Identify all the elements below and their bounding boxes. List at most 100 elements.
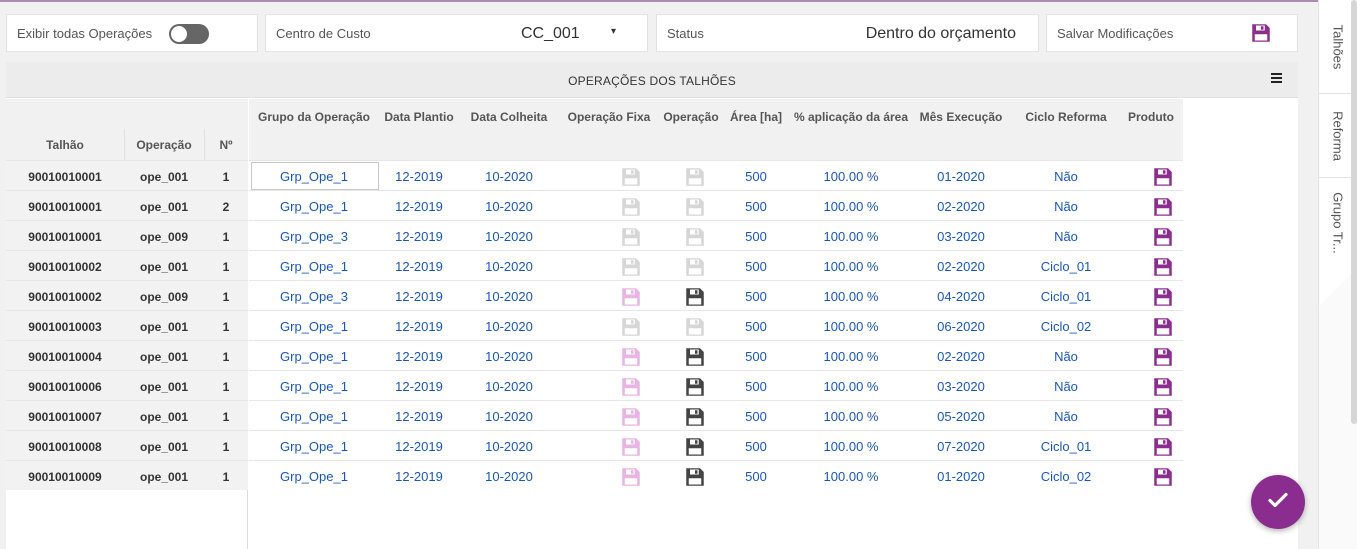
- cell-ciclo[interactable]: Não: [1011, 409, 1121, 424]
- header-fixa[interactable]: Operação Fixa: [559, 110, 659, 124]
- header-mes[interactable]: Mês Execução: [911, 110, 1011, 124]
- table-row[interactable]: 90010010004 ope_001 1: [6, 340, 248, 370]
- cell-area[interactable]: 500: [721, 319, 791, 334]
- product-floppy-icon[interactable]: [1153, 227, 1173, 250]
- table-row[interactable]: Grp_Ope_1 12-2019 10-2020 500 100.00 % 07-202…: [249, 430, 1183, 460]
- cell-ciclo[interactable]: Não: [1011, 229, 1121, 244]
- table-row[interactable]: Grp_Ope_1 12-2019 10-2020 500 100.00 % 05-202…: [249, 400, 1183, 430]
- cell-area[interactable]: 500: [721, 169, 791, 184]
- cell-grupo[interactable]: Grp_Ope_1: [249, 349, 379, 364]
- cell-grupo[interactable]: Grp_Ope_3: [249, 289, 379, 304]
- cell-mes[interactable]: 05-2020: [911, 409, 1011, 424]
- cell-mes[interactable]: 03-2020: [911, 229, 1011, 244]
- table-row[interactable]: 90010010003 ope_001 1: [6, 310, 248, 340]
- cell-grupo[interactable]: Grp_Ope_1: [249, 439, 379, 454]
- cell-grupo[interactable]: Grp_Ope_3: [249, 229, 379, 244]
- cell-aplicacao[interactable]: 100.00 %: [791, 469, 911, 484]
- cell-ciclo[interactable]: Não: [1011, 349, 1121, 364]
- operation-floppy-icon[interactable]: [685, 407, 705, 430]
- cell-mes[interactable]: 02-2020: [911, 349, 1011, 364]
- cell-grupo[interactable]: Grp_Ope_1: [249, 379, 379, 394]
- product-floppy-icon[interactable]: [1153, 197, 1173, 220]
- cell-mes[interactable]: 03-2020: [911, 379, 1011, 394]
- cell-mes[interactable]: 02-2020: [911, 199, 1011, 214]
- header-operacao-main[interactable]: Operação: [651, 110, 731, 124]
- table-row[interactable]: 90010010002 ope_001 1: [6, 250, 248, 280]
- cell-mes[interactable]: 01-2020: [911, 469, 1011, 484]
- cell-plantio[interactable]: 12-2019: [379, 319, 459, 334]
- cell-colheita[interactable]: 10-2020: [459, 289, 559, 304]
- cell-grupo[interactable]: Grp_Ope_1: [249, 469, 379, 484]
- cell-ciclo[interactable]: Não: [1011, 169, 1121, 184]
- cell-aplicacao[interactable]: 100.00 %: [791, 439, 911, 454]
- cell-area[interactable]: 500: [721, 439, 791, 454]
- cell-mes[interactable]: 06-2020: [911, 319, 1011, 334]
- header-area[interactable]: Área [ha]: [721, 110, 791, 124]
- operation-floppy-icon[interactable]: [685, 377, 705, 400]
- table-row[interactable]: Grp_Ope_1 12-2019 10-2020 500 100.00 % 03-202…: [249, 370, 1183, 400]
- cell-colheita[interactable]: 10-2020: [459, 259, 559, 274]
- header-plantio[interactable]: Data Plantio: [379, 110, 459, 124]
- operation-floppy-icon[interactable]: [685, 257, 705, 280]
- cell-plantio[interactable]: 12-2019: [379, 439, 459, 454]
- cell-mes[interactable]: 04-2020: [911, 289, 1011, 304]
- cell-plantio[interactable]: 12-2019: [379, 289, 459, 304]
- cell-area[interactable]: 500: [721, 379, 791, 394]
- fixed-operation-floppy-icon[interactable]: [621, 197, 641, 220]
- cell-grupo[interactable]: Grp_Ope_1: [249, 319, 379, 334]
- operation-floppy-icon[interactable]: [685, 347, 705, 370]
- table-row[interactable]: 90010010009 ope_001 1: [6, 460, 248, 490]
- cell-plantio[interactable]: 12-2019: [379, 349, 459, 364]
- cell-colheita[interactable]: 10-2020: [459, 349, 559, 364]
- product-floppy-icon[interactable]: [1153, 377, 1173, 400]
- header-talhao[interactable]: Talhão: [6, 138, 124, 152]
- table-row[interactable]: 90010010001 ope_009 1: [6, 220, 248, 250]
- cell-colheita[interactable]: 10-2020: [459, 409, 559, 424]
- table-row[interactable]: Grp_Ope_1 12-2019 10-2020 500 100.00 % 06-202…: [249, 310, 1183, 340]
- table-row[interactable]: Grp_Ope_1 12-2019 10-2020 500 100.00 % 01-202…: [249, 460, 1183, 490]
- cell-aplicacao[interactable]: 100.00 %: [791, 289, 911, 304]
- cell-aplicacao[interactable]: 100.00 %: [791, 319, 911, 334]
- cell-area[interactable]: 500: [721, 199, 791, 214]
- cell-mes[interactable]: 07-2020: [911, 439, 1011, 454]
- cell-aplicacao[interactable]: 100.00 %: [791, 409, 911, 424]
- cost-center-select[interactable]: Centro de Custo CC_001 ▾: [265, 14, 648, 52]
- cell-ciclo[interactable]: Não: [1011, 199, 1121, 214]
- cell-colheita[interactable]: 10-2020: [459, 169, 559, 184]
- cell-ciclo[interactable]: Ciclo_01: [1011, 289, 1121, 304]
- header-operacao[interactable]: Operação: [124, 138, 204, 152]
- cell-area[interactable]: 500: [721, 259, 791, 274]
- cell-ciclo[interactable]: Ciclo_01: [1011, 439, 1121, 454]
- cell-area[interactable]: 500: [721, 349, 791, 364]
- vertical-scrollbar[interactable]: [1351, 0, 1357, 424]
- product-floppy-icon[interactable]: [1153, 347, 1173, 370]
- cell-ciclo[interactable]: Ciclo_01: [1011, 259, 1121, 274]
- hamburger-menu-icon[interactable]: [1271, 73, 1282, 85]
- cell-aplicacao[interactable]: 100.00 %: [791, 169, 911, 184]
- cell-mes[interactable]: 02-2020: [911, 259, 1011, 274]
- fixed-operation-floppy-icon[interactable]: [621, 287, 641, 310]
- cell-grupo[interactable]: Grp_Ope_1: [249, 409, 379, 424]
- table-row[interactable]: Grp_Ope_1 12-2019 10-2020 500 100.00 % 02-202…: [249, 190, 1183, 220]
- cell-colheita[interactable]: 10-2020: [459, 319, 559, 334]
- cell-plantio[interactable]: 12-2019: [379, 469, 459, 484]
- cell-ciclo[interactable]: Ciclo_02: [1011, 469, 1121, 484]
- cell-plantio[interactable]: 12-2019: [379, 199, 459, 214]
- table-row[interactable]: 90010010006 ope_001 1: [6, 370, 248, 400]
- table-row[interactable]: Grp_Ope_1 12-2019 10-2020 500 100.00 % 02-202…: [249, 340, 1183, 370]
- cell-aplicacao[interactable]: 100.00 %: [791, 229, 911, 244]
- cell-area[interactable]: 500: [721, 289, 791, 304]
- fixed-operation-floppy-icon[interactable]: [621, 377, 641, 400]
- save-changes-button[interactable]: Salvar Modificações: [1046, 14, 1298, 52]
- cell-colheita[interactable]: 10-2020: [459, 469, 559, 484]
- product-floppy-icon[interactable]: [1153, 287, 1173, 310]
- table-row[interactable]: 90010010001 ope_001 1: [6, 160, 248, 190]
- confirm-button[interactable]: [1251, 475, 1305, 529]
- table-row[interactable]: Grp_Ope_1 12-2019 10-2020 500 100.00 % 01-202…: [249, 160, 1183, 190]
- fixed-operation-floppy-icon[interactable]: [621, 227, 641, 250]
- cell-plantio[interactable]: 12-2019: [379, 379, 459, 394]
- cell-area[interactable]: 500: [721, 229, 791, 244]
- fixed-operation-floppy-icon[interactable]: [621, 317, 641, 340]
- cell-colheita[interactable]: 10-2020: [459, 199, 559, 214]
- table-row[interactable]: 90010010007 ope_001 1: [6, 400, 248, 430]
